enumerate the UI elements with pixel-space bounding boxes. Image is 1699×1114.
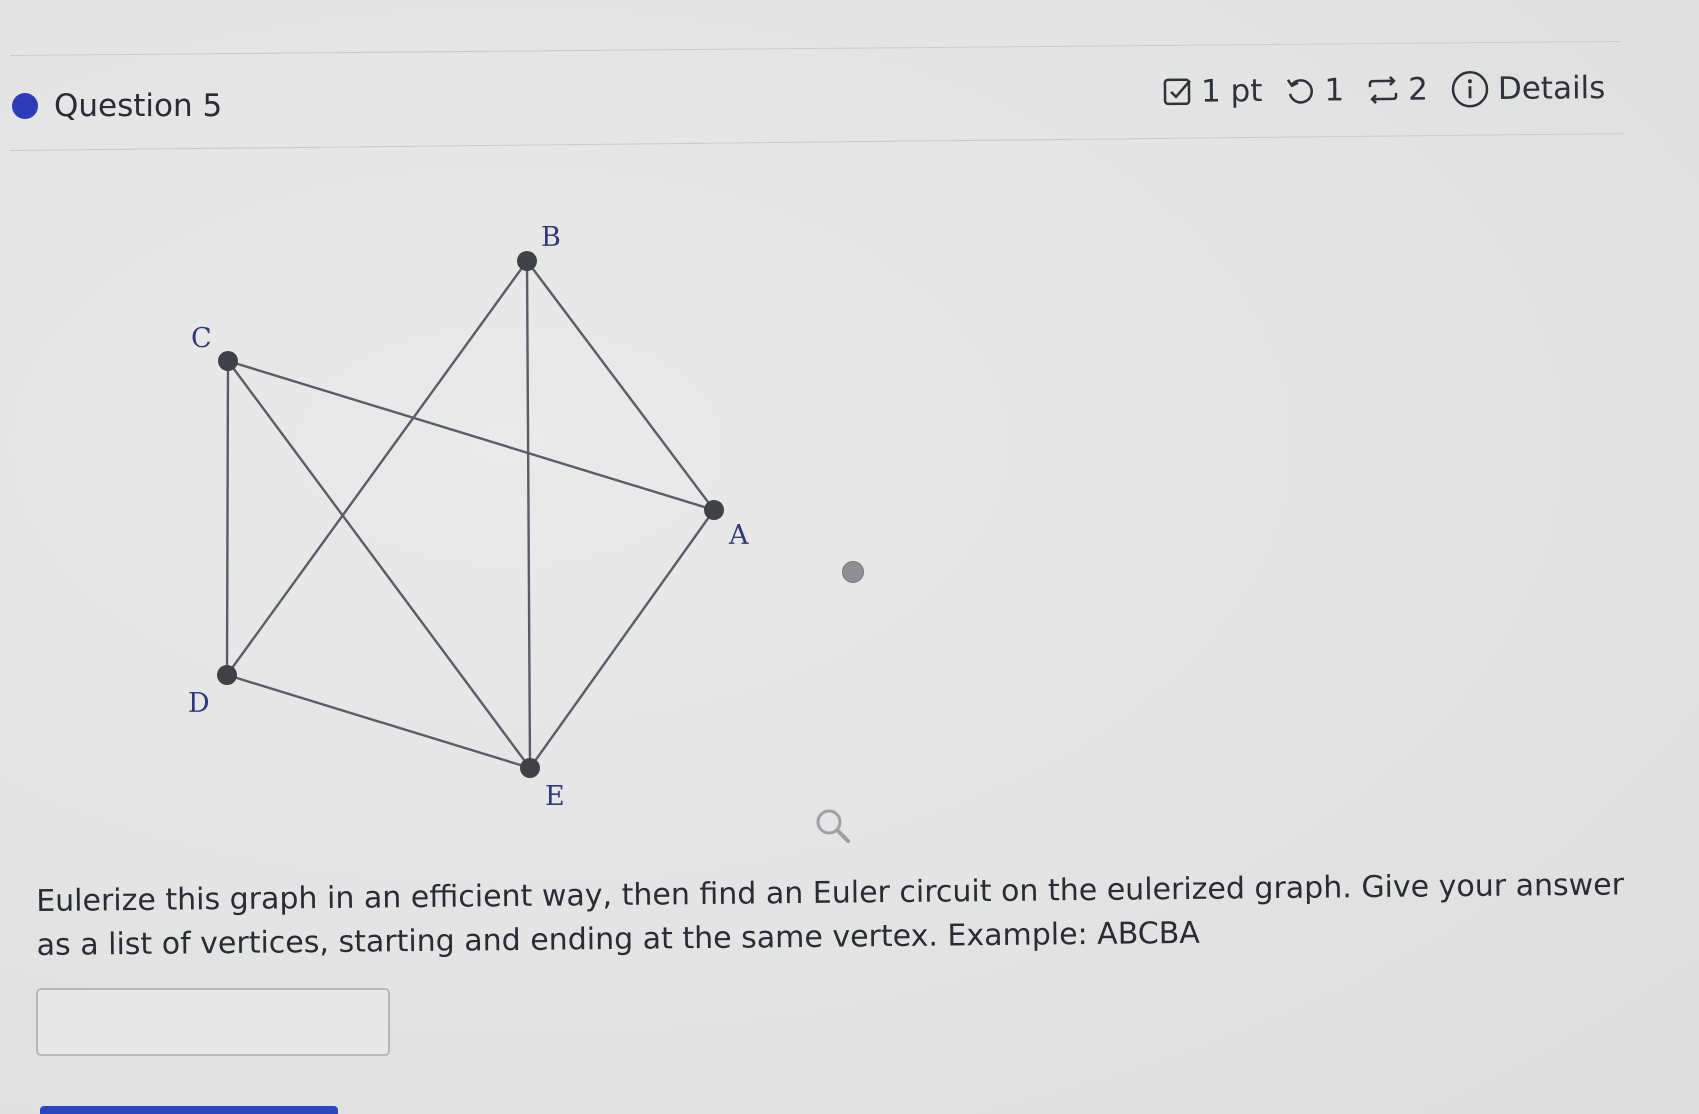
edge-c-d — [225, 360, 230, 676]
checkbox-icon — [1163, 78, 1191, 106]
edge-b-e — [525, 260, 532, 769]
versions-item: 2 — [1366, 72, 1428, 109]
edge-a-e — [529, 509, 715, 769]
retry-icon — [1287, 79, 1314, 104]
question-prompt: Eulerize this graph in an efficient way,… — [36, 867, 1625, 963]
cursor-dot — [842, 561, 864, 583]
details-button[interactable]: Details — [1450, 68, 1606, 109]
vertex-label-a: A — [728, 520, 749, 551]
graph-figure: B C A D E — [188, 222, 749, 812]
attempts-item: 1 — [1284, 72, 1344, 109]
vertex-label-e: E — [545, 781, 565, 812]
vertex-d — [217, 665, 237, 685]
graph-edges — [225, 260, 715, 770]
edge-d-b — [226, 260, 528, 676]
details-label: Details — [1497, 70, 1606, 108]
question-page: Question 5 1 pt 1 2 Details B C A D E Eu… — [0, 0, 1699, 1114]
edge-c-e — [227, 360, 531, 769]
answer-input[interactable] — [36, 988, 390, 1056]
vertex-label-c: C — [191, 323, 212, 354]
versions-icon — [1368, 76, 1398, 104]
vertex-e — [520, 758, 540, 778]
graph-vertices — [217, 251, 724, 778]
edge-c-a — [227, 359, 715, 512]
submit-button[interactable] — [40, 1106, 338, 1114]
zoom-icon[interactable] — [815, 808, 851, 844]
graph-labels: B C A D E — [188, 222, 749, 812]
points-label: 1 pt — [1200, 73, 1263, 110]
points-item: 1 pt — [1163, 73, 1263, 110]
vertex-b — [517, 251, 537, 271]
vertex-c — [218, 351, 238, 371]
edge-b-a — [526, 260, 715, 511]
attempts-count: 1 — [1324, 72, 1345, 109]
versions-count: 2 — [1407, 71, 1429, 108]
question-meta: 1 pt 1 2 Details — [1163, 68, 1606, 112]
vertex-a — [704, 500, 724, 520]
info-icon — [1451, 71, 1489, 108]
edge-d-e — [226, 673, 531, 770]
vertex-label-b: B — [541, 222, 561, 253]
vertex-label-d: D — [188, 688, 210, 719]
